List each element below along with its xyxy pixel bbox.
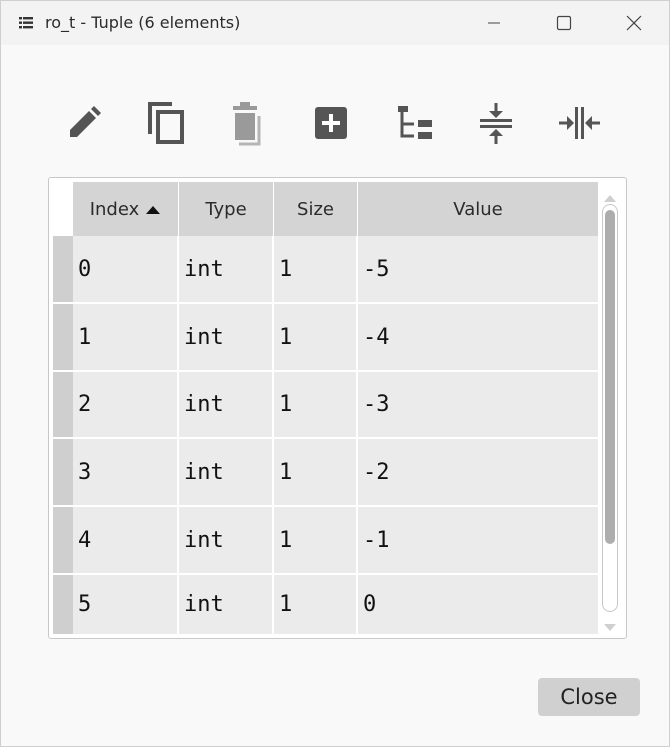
tree-icon (394, 102, 436, 148)
row-header[interactable] (53, 372, 73, 437)
column-header-value[interactable]: Value (358, 182, 598, 236)
cell-type[interactable]: int (179, 439, 272, 505)
column-header-label: Size (297, 198, 334, 220)
cell-size[interactable]: 1 (274, 439, 356, 505)
cell-value[interactable]: -2 (358, 439, 598, 505)
close-window-button[interactable] (599, 1, 669, 45)
cell-index[interactable]: 1 (73, 304, 177, 370)
data-table: Index Type Size Value 0 int 1 -5 1 int 1… (48, 177, 627, 639)
cell-value[interactable]: -5 (358, 236, 598, 302)
cell-size[interactable]: 1 (274, 372, 356, 437)
cell-type[interactable]: int (179, 372, 272, 437)
scroll-down-icon[interactable] (603, 618, 617, 637)
cell-type[interactable]: int (179, 304, 272, 370)
cell-type[interactable]: int (179, 236, 272, 302)
cell-index[interactable]: 3 (73, 439, 177, 505)
title-bar[interactable]: ro_t - Tuple (6 elements) (1, 1, 669, 45)
insert-button[interactable] (307, 101, 355, 149)
cell-type[interactable]: int (179, 575, 272, 634)
row-header[interactable] (53, 575, 73, 634)
close-button[interactable]: Close (538, 678, 640, 716)
window-title: ro_t - Tuple (6 elements) (45, 13, 241, 32)
collapse-button[interactable] (472, 101, 520, 149)
table-corner (53, 182, 73, 236)
cell-value[interactable]: -4 (358, 304, 598, 370)
cell-size[interactable]: 1 (274, 236, 356, 302)
row-header[interactable] (53, 304, 73, 370)
cell-value[interactable]: 0 (358, 575, 598, 634)
cell-size[interactable]: 1 (274, 304, 356, 370)
tree-button[interactable] (391, 101, 439, 149)
table-icon (19, 15, 33, 29)
resize-columns-button[interactable] (555, 101, 603, 149)
minimize-icon (487, 16, 501, 30)
cell-value[interactable]: -1 (358, 507, 598, 573)
edit-button[interactable] (60, 101, 108, 149)
column-header-label: Index (89, 198, 140, 220)
copy-button[interactable] (141, 101, 189, 149)
maximize-icon (556, 15, 572, 31)
vertical-scrollbar[interactable] (600, 182, 620, 634)
column-header-label: Type (205, 198, 247, 220)
cell-size[interactable]: 1 (274, 507, 356, 573)
pencil-icon (64, 103, 104, 147)
cell-type[interactable]: int (179, 507, 272, 573)
row-header[interactable] (53, 439, 73, 505)
cell-index[interactable]: 5 (73, 575, 177, 634)
minimize-button[interactable] (459, 1, 529, 45)
cell-size[interactable]: 1 (274, 575, 356, 634)
column-header-label: Value (453, 198, 503, 220)
trash-icon (227, 100, 269, 150)
cell-index[interactable]: 0 (73, 236, 177, 302)
row-header[interactable] (53, 507, 73, 573)
row-header[interactable] (53, 236, 73, 302)
cell-value[interactable]: -3 (358, 372, 598, 437)
maximize-button[interactable] (529, 1, 599, 45)
dialog-window: ro_t - Tuple (6 elements) Index Type Siz… (0, 0, 670, 747)
column-header-index[interactable]: Index (73, 182, 179, 236)
column-header-size[interactable]: Size (274, 182, 358, 236)
cell-index[interactable]: 4 (73, 507, 177, 573)
sort-ascending-icon (145, 199, 161, 220)
plus-square-icon (311, 103, 351, 147)
column-header-type[interactable]: Type (179, 182, 274, 236)
close-icon (626, 15, 642, 31)
cell-index[interactable]: 2 (73, 372, 177, 437)
collapse-rows-icon (476, 101, 516, 149)
resize-columns-icon (557, 103, 601, 147)
scrollbar-thumb[interactable] (605, 210, 615, 544)
paste-button[interactable] (224, 101, 272, 149)
copy-icon (144, 100, 186, 150)
